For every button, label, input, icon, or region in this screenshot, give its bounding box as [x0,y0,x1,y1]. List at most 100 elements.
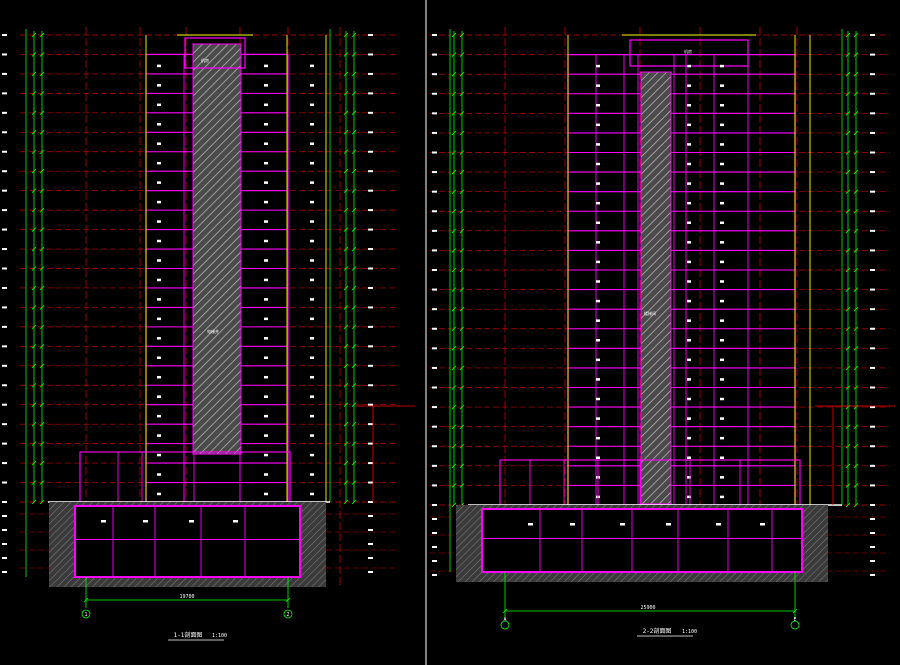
room-label-mark [596,84,600,87]
level-mark [368,92,373,95]
level-mark [432,73,437,76]
room-label-mark [157,395,161,398]
level-mark [870,288,875,291]
room-label-mark [157,181,161,184]
room-label-mark [264,181,268,184]
level-mark [368,306,373,309]
level-mark [870,560,875,562]
level-mark [368,325,373,328]
room-label-mark [596,436,600,440]
level-mark [368,286,373,289]
level-mark [368,481,373,484]
room-label-mark [157,337,161,340]
room-label-mark [666,523,671,526]
level-mark [432,484,437,487]
room-label-mark [570,523,575,526]
level-mark [2,189,7,192]
room-label-mark [596,241,600,244]
room-label-mark [264,278,268,282]
room-label-mark [596,143,600,146]
room-label-mark [687,378,691,381]
room-label-mark [157,278,161,282]
level-mark [870,210,875,213]
room-label-mark [264,356,268,360]
level-mark [432,269,437,271]
level-mark [870,425,875,428]
room-label-mark [264,220,268,223]
level-mark [870,445,875,448]
room-label-mark [720,456,724,459]
room-label-mark [310,434,314,437]
room-label-mark [264,142,268,145]
room-label-mark [720,162,724,166]
room-label-mark [687,417,691,420]
room-label-mark [157,84,161,87]
room-label-mark [596,123,600,127]
level-mark [432,386,437,389]
level-mark [2,111,7,114]
room-label-mark [101,520,106,523]
room-label-mark [264,453,268,457]
section-2-grid-start: A [503,617,506,623]
room-label-mark [310,103,314,107]
level-mark [368,557,373,559]
room-label-mark [687,319,691,322]
room-label-mark [720,182,724,185]
room-label-mark [157,142,161,145]
room-label-mark [310,278,314,282]
level-mark [432,53,437,56]
room-label-mark [143,520,148,523]
room-label-mark [157,161,161,165]
level-mark [432,151,437,154]
level-mark [870,532,875,534]
room-label-mark [596,299,600,303]
room-label-mark [264,239,268,243]
level-mark [432,308,437,311]
room-label-mark [596,456,600,459]
room-label-mark [720,201,724,205]
room-label-mark [157,259,161,262]
section-1-total-dimension: 19700 [179,594,194,600]
level-mark [870,92,875,95]
room-label-mark [310,337,314,340]
room-label-mark [264,375,268,379]
level-mark [2,481,7,484]
room-label-mark [596,417,600,420]
level-mark [2,170,7,173]
room-label-mark [157,64,161,68]
level-mark [368,131,373,134]
level-mark [432,347,437,350]
basement-wall [74,505,301,578]
level-mark [2,423,7,426]
level-mark [870,546,875,548]
level-mark [368,462,373,465]
section-1-grid-end: 2 [286,612,289,618]
level-mark [870,112,875,115]
room-label-mark [310,395,314,398]
level-mark [2,515,7,517]
room-label-mark [310,220,314,223]
room-label-mark [310,239,314,243]
room-label-mark [310,84,314,87]
room-label-mark [157,298,161,301]
room-label-mark [687,104,691,107]
room-label-mark [720,436,724,440]
room-label-mark [596,221,600,224]
room-label-mark [157,103,161,107]
room-label-mark [157,473,161,476]
room-label-mark [596,104,600,107]
level-mark [870,484,875,487]
room-label-mark [233,520,238,523]
room-label-mark [264,395,268,398]
room-label-mark [264,298,268,301]
level-mark [432,34,437,36]
level-mark [368,515,373,517]
room-label-mark [310,161,314,165]
room-label-mark [760,523,765,526]
room-label-mark [687,221,691,224]
level-mark [2,267,7,270]
room-label-mark [720,397,724,401]
section-2-roof-room-label: 机房 [684,48,692,54]
level-mark [368,364,373,367]
level-mark [2,529,7,531]
